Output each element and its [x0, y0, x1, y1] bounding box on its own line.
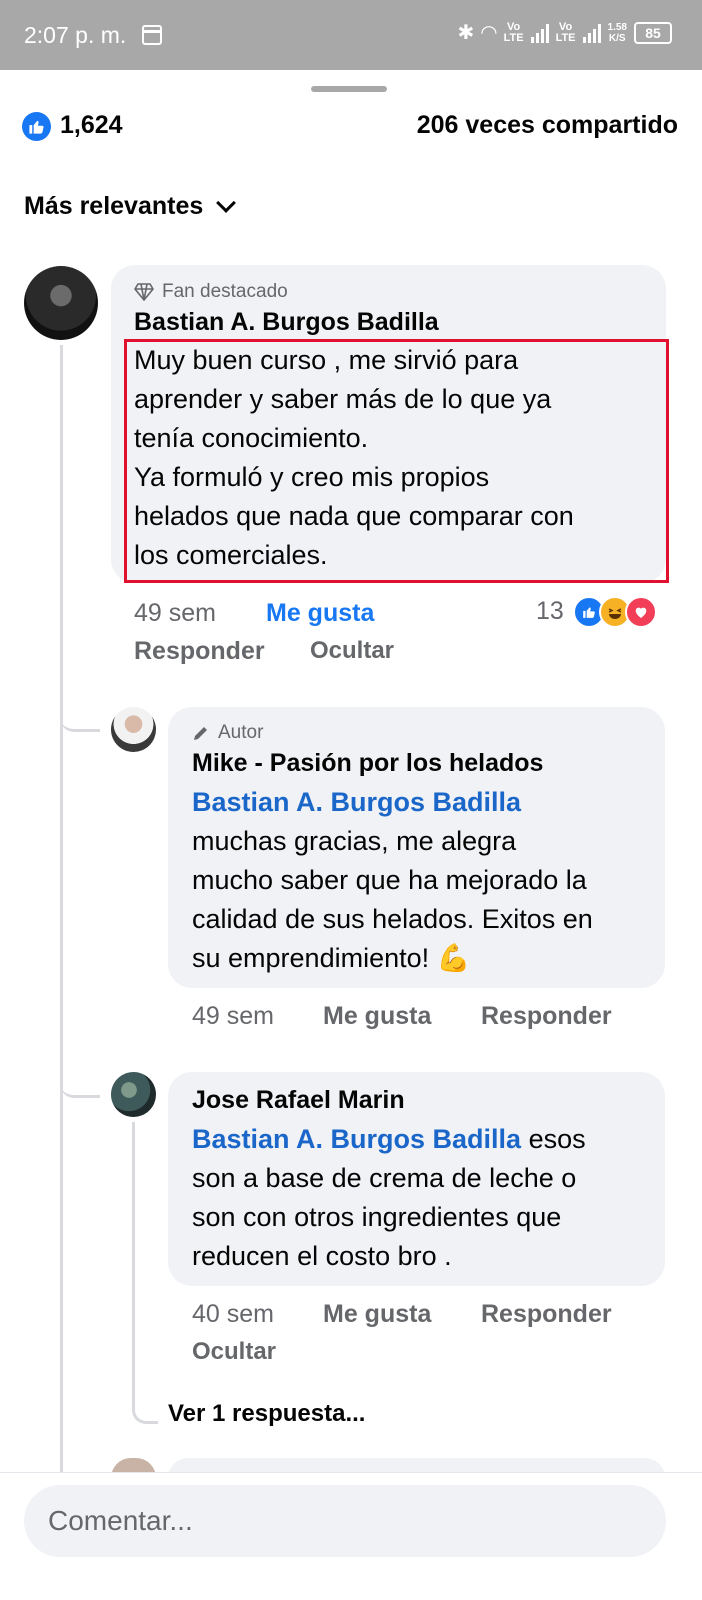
sort-label: Más relevantes — [24, 192, 204, 220]
reply-button[interactable]: Responder — [481, 1300, 612, 1329]
reply-author[interactable]: Mike - Pasión por los helados — [192, 749, 543, 778]
reply-author[interactable]: Jose Rafael Marin — [192, 1086, 405, 1115]
mention-link[interactable]: Bastian A. Burgos Badilla — [192, 1124, 521, 1154]
highlight-box — [124, 339, 669, 583]
signal-icon-2 — [582, 23, 601, 43]
wifi-icon: ◠ — [481, 22, 497, 44]
author-badge: Autor — [192, 722, 263, 744]
reply-button[interactable]: Responder — [481, 1002, 612, 1031]
volte-icon-1: Vo LTE — [503, 20, 524, 44]
view-more-replies[interactable]: Ver 1 respuesta... — [168, 1400, 365, 1428]
thread-connector-3 — [132, 1390, 158, 1424]
reply-text: son a base de crema de leche o son con o… — [192, 1163, 577, 1271]
avatar[interactable] — [24, 266, 98, 340]
pencil-icon — [194, 727, 207, 740]
signal-icon-1 — [530, 23, 549, 43]
reply-text-inline: esos — [521, 1124, 586, 1154]
comment-input[interactable] — [24, 1485, 666, 1557]
reply-text: muchas gracias, me alegra mucho saber qu… — [192, 826, 593, 973]
comment-author[interactable]: Bastian A. Burgos Badilla — [134, 308, 439, 337]
shares-count[interactable]: 206 veces compartido — [417, 111, 678, 140]
thread-line-main — [60, 345, 63, 1475]
top-fan-badge: Fan destacado — [134, 281, 288, 303]
badge-label: Fan destacado — [162, 281, 288, 302]
reply-time[interactable]: 40 sem — [192, 1300, 274, 1329]
reaction-count[interactable]: 13 — [536, 597, 564, 626]
mention-link[interactable]: Bastian A. Burgos Badilla — [192, 783, 521, 822]
chevron-down-icon — [216, 192, 237, 213]
status-bar: 2:07 p. m. ✱ ◠ Vo LTE Vo LTE 1.58 K/S 85 — [0, 0, 702, 70]
reply-first-line: Bastian A. Burgos Badilla esos — [192, 1120, 586, 1159]
like-reaction-icon[interactable] — [22, 112, 51, 141]
avatar[interactable] — [111, 707, 156, 752]
badge-label: Autor — [218, 722, 264, 743]
sort-dropdown[interactable]: Más relevantes — [24, 192, 237, 221]
bluetooth-icon: ✱ — [457, 22, 475, 44]
thread-connector-1 — [60, 700, 100, 732]
reaction-icons[interactable] — [573, 596, 657, 628]
calendar-icon — [142, 25, 162, 45]
drag-handle[interactable] — [311, 86, 387, 92]
like-button[interactable]: Me gusta — [323, 1002, 431, 1031]
reply-button[interactable]: Responder — [134, 637, 265, 666]
diamond-icon — [134, 283, 154, 301]
love-icon — [625, 596, 657, 628]
volte-icon-2: Vo LTE — [555, 20, 576, 44]
battery-icon: 85 — [634, 21, 672, 44]
like-button[interactable]: Me gusta — [323, 1300, 431, 1329]
likes-count[interactable]: 1,624 — [60, 111, 123, 140]
status-icons: ✱ ◠ Vo LTE Vo LTE 1.58 K/S 85 — [457, 20, 672, 45]
network-speed: 1.58 K/S — [607, 21, 627, 44]
status-time: 2:07 p. m. — [24, 22, 127, 48]
like-button[interactable]: Me gusta — [266, 599, 374, 628]
hide-button[interactable]: Ocultar — [192, 1338, 276, 1366]
hide-button[interactable]: Ocultar — [310, 637, 394, 665]
comment-time[interactable]: 49 sem — [134, 599, 216, 628]
thread-connector-2 — [60, 1066, 100, 1098]
reply-time[interactable]: 49 sem — [192, 1002, 274, 1031]
avatar[interactable] — [111, 1072, 156, 1117]
thread-line-reply — [132, 1122, 135, 1392]
